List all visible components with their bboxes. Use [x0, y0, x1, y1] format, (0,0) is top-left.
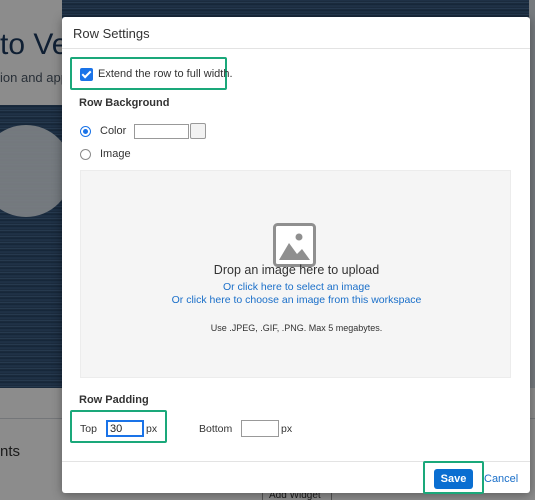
image-placeholder-icon — [273, 223, 316, 267]
image-dropzone[interactable]: Drop an image here to upload Or click he… — [80, 170, 511, 378]
row-padding-heading: Row Padding — [79, 394, 149, 406]
top-padding-input[interactable] — [106, 420, 144, 437]
extend-row-label[interactable]: Extend the row to full width. — [98, 68, 233, 80]
extend-row-checkbox[interactable] — [80, 68, 93, 81]
row-settings-dialog: Row Settings Extend the row to full widt… — [62, 17, 530, 494]
top-padding-unit: px — [146, 423, 158, 435]
dropzone-title: Drop an image here to upload — [213, 263, 380, 277]
select-image-link[interactable]: Or click here to select an image — [81, 281, 512, 293]
cancel-button[interactable]: Cancel — [484, 473, 518, 485]
bottom-padding-unit: px — [281, 423, 293, 435]
row-background-heading: Row Background — [79, 97, 170, 109]
dropzone-hint: Use .JPEG, .GIF, .PNG. Max 5 megabytes. — [210, 323, 383, 333]
save-button[interactable]: Save — [434, 469, 473, 489]
color-radio-label[interactable]: Color — [100, 125, 126, 137]
image-radio-label[interactable]: Image — [100, 148, 131, 160]
workspace-image-link[interactable]: Or click here to choose an image from th… — [81, 294, 512, 306]
color-picker-swatch[interactable] — [190, 123, 206, 139]
dialog-header: Row Settings — [62, 17, 530, 49]
top-padding-label: Top — [80, 423, 97, 435]
bottom-padding-label: Bottom — [199, 423, 233, 435]
bottom-padding-input[interactable] — [241, 420, 279, 437]
dialog-title: Row Settings — [73, 26, 150, 41]
color-value-input[interactable] — [134, 124, 189, 139]
image-radio[interactable] — [80, 149, 91, 160]
color-radio[interactable] — [80, 126, 91, 137]
